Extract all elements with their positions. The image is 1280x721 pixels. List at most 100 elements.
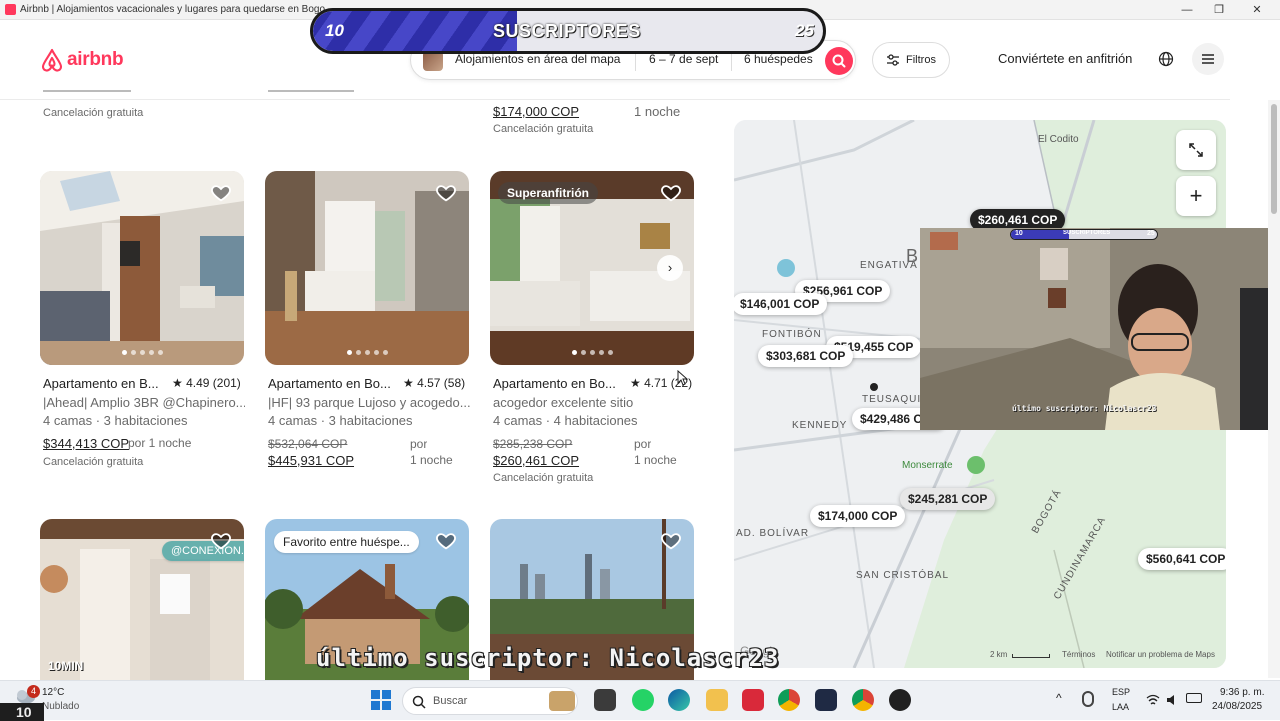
wifi-icon[interactable] <box>1146 693 1160 705</box>
webcam-goal-label: SUSCRIPTORES <box>1063 230 1111 236</box>
listing-title[interactable]: Apartamento en B... <box>43 376 165 391</box>
chrome-icon[interactable] <box>778 689 800 711</box>
listing-title[interactable]: Apartamento en Bo... <box>493 376 623 391</box>
map-expand-button[interactable] <box>1176 130 1216 170</box>
scrollbar-thumb[interactable] <box>1271 104 1277 214</box>
map-label-el-codito: El Codito <box>1038 134 1079 145</box>
weather-description: Nublado <box>42 701 80 712</box>
save-heart-button[interactable] <box>210 530 232 552</box>
listing-price[interactable]: $344,413 COP <box>43 436 129 451</box>
language-button[interactable] <box>1150 43 1182 75</box>
streaming-app-icon[interactable] <box>889 689 911 711</box>
expand-icon <box>1189 143 1203 157</box>
save-heart-button[interactable] <box>210 182 232 204</box>
map-price-marker[interactable]: $146,001 COP <box>734 293 828 315</box>
search-dates[interactable]: 6 – 7 de sept <box>649 52 718 66</box>
whatsapp-icon[interactable] <box>632 689 654 711</box>
stream-corner-badge: 10 <box>0 703 44 721</box>
input-language-bottom[interactable]: LAA <box>1112 702 1129 712</box>
clock-time[interactable]: 9:36 p. m. <box>1220 687 1264 698</box>
map-label-teusaquillo: TEUSAQUI <box>862 394 922 405</box>
airbnb-logo-icon <box>41 48 63 72</box>
listing-rating: ★ 4.57 (58) <box>403 376 466 390</box>
map-price-marker[interactable]: $174,000 COP <box>810 505 906 527</box>
guest-favorite-badge: Favorito entre huéspe... <box>274 531 419 553</box>
subscriber-goal-current: 10 <box>325 21 344 40</box>
chrome-profile-icon[interactable] <box>852 689 874 711</box>
wps-office-icon[interactable] <box>742 689 764 711</box>
airbnb-logo[interactable]: airbnb <box>40 46 124 74</box>
listing-name: |Ahead| Amplio 3BR @Chapinero... <box>43 395 245 410</box>
edge-icon[interactable] <box>668 689 690 711</box>
save-heart-button[interactable] <box>435 182 457 204</box>
taskbar-search-input[interactable]: Buscar <box>402 687 578 715</box>
become-host-link[interactable]: Conviértete en anfitrión <box>998 51 1132 66</box>
search-guests[interactable]: 6 huéspedes <box>744 52 813 66</box>
search-submit-button[interactable] <box>825 47 853 75</box>
listing-photo[interactable]: @CONEXION... 10MIN <box>40 519 244 680</box>
listing-per-night: 1 noche <box>634 104 681 119</box>
minimize-button[interactable]: — <box>1174 2 1200 18</box>
listing-per: por <box>634 437 652 451</box>
listing-rating: ★ 4.49 (201) <box>172 376 241 390</box>
battery-icon[interactable] <box>1186 693 1202 703</box>
map-price-marker[interactable]: $303,681 COP <box>758 345 854 367</box>
input-language-top[interactable]: ESP <box>1112 687 1130 697</box>
map-label-bolivar: AD. BOLÍVAR <box>736 528 810 539</box>
map-price-marker[interactable]: $560,641 COP <box>1138 548 1226 570</box>
mouse-cursor-icon <box>677 370 688 386</box>
filters-label: Filtros <box>906 54 936 66</box>
listing-price[interactable]: $260,461 COP <box>493 453 579 468</box>
listing-name: acogedor excelente sitio <box>493 395 634 410</box>
listing-price[interactable]: $445,931 COP <box>268 453 354 468</box>
cancel-policy: Cancelación gratuita <box>493 472 594 484</box>
superhost-badge: Superanfitrión <box>498 182 599 204</box>
listing-price[interactable]: $174,000 COP <box>493 104 579 119</box>
page-scrollbar[interactable] <box>1268 100 1280 678</box>
volume-icon[interactable] <box>1166 693 1180 705</box>
map-terms-link[interactable]: Términos <box>1062 650 1095 659</box>
restore-button[interactable]: ❐ <box>1206 2 1232 18</box>
listing-title[interactable]: Apartamento en Bo... <box>268 376 396 391</box>
cancel-policy: Cancelación gratuita <box>43 456 144 468</box>
map-price-marker[interactable]: $245,281 COP <box>900 488 996 510</box>
windows-logo-icon <box>371 690 391 710</box>
task-view-icon[interactable] <box>594 689 616 711</box>
search-location[interactable]: Alojamientos en área del mapa <box>455 52 620 66</box>
webcam-goal-current: 10 <box>1015 230 1023 237</box>
listing-per: por <box>410 437 428 451</box>
map-zoom-in-button[interactable]: + <box>1176 176 1216 216</box>
listing-per-night: 1 noche <box>410 453 453 467</box>
obs-icon[interactable] <box>815 689 837 711</box>
search-icon <box>832 54 846 68</box>
start-button[interactable] <box>370 689 392 711</box>
filters-button[interactable]: Filtros <box>872 42 950 78</box>
microphone-icon[interactable] <box>1082 691 1094 707</box>
heart-icon <box>436 533 456 550</box>
last-subscriber-overlay: último suscriptor: Nicolascr23 <box>316 644 780 672</box>
close-window-button[interactable]: ✕ <box>1244 2 1270 18</box>
save-heart-button[interactable] <box>660 530 682 552</box>
listing-original-price: $532,064 COP <box>268 437 348 451</box>
map-report-link[interactable]: Notificar un problema de Maps <box>1106 650 1215 659</box>
windows-taskbar: 4 12°C Nublado 10 Buscar ^ ESP LAA 9:36 … <box>0 680 1280 721</box>
clock-date[interactable]: 24/08/2025 <box>1212 701 1262 712</box>
hamburger-menu-icon <box>1202 54 1214 64</box>
subscriber-goal-target: 25 <box>795 21 814 40</box>
main-menu-button[interactable] <box>1192 43 1224 75</box>
show-hidden-icons-button[interactable]: ^ <box>1056 691 1062 705</box>
map-label-city-initial: B <box>906 246 920 266</box>
listing-beds: 4 camas · 3 habitaciones <box>268 413 413 428</box>
map-scale-label: 2 km <box>990 650 1008 659</box>
tab-title: Airbnb | Alojamientos vacacionales y lug… <box>20 4 326 15</box>
photo-pagination-dots <box>572 350 613 355</box>
listing-photo[interactable] <box>265 171 469 365</box>
listing-photo[interactable] <box>40 171 244 365</box>
weather-alert-badge: 4 <box>27 685 40 698</box>
listing-name: |HF| 93 parque Lujoso y acogedo... <box>268 395 470 410</box>
next-photo-button[interactable]: › <box>657 255 683 281</box>
listing-photo[interactable]: Superanfitrión › <box>490 171 694 365</box>
save-heart-button[interactable] <box>660 182 682 204</box>
file-explorer-icon[interactable] <box>706 689 728 711</box>
save-heart-button[interactable] <box>435 530 457 552</box>
